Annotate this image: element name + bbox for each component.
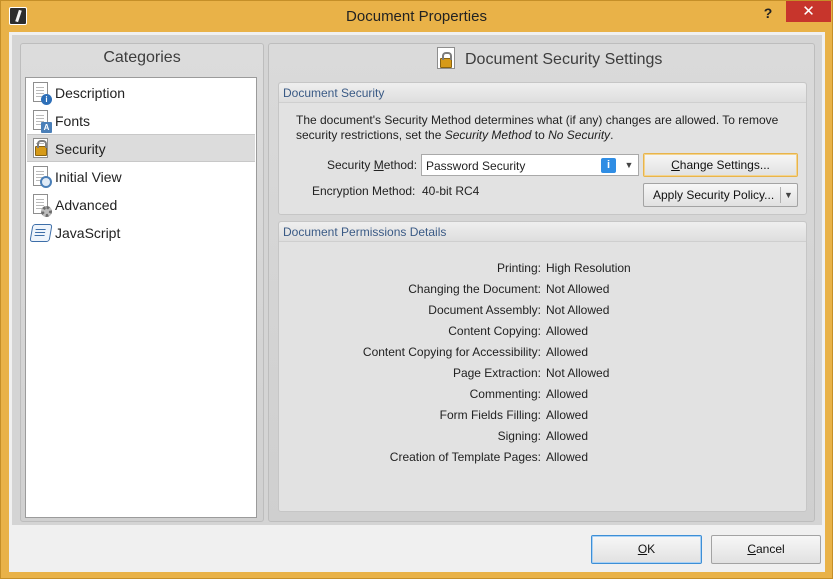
info-icon: i — [601, 158, 616, 173]
content-area: Categories i Description A Fonts Securit… — [12, 35, 822, 525]
change-settings-button[interactable]: Change Settings... — [643, 153, 798, 177]
chevron-down-icon[interactable]: ▼ — [622, 157, 636, 173]
permission-row: Page Extraction: Not Allowed — [279, 362, 806, 382]
permission-label: Creation of Template Pages: — [389, 450, 541, 464]
permission-row: Printing: High Resolution — [279, 257, 806, 277]
ok-button[interactable]: OK — [591, 535, 702, 564]
permission-label: Printing: — [496, 261, 541, 275]
category-item-initial-view[interactable]: Initial View — [27, 163, 255, 191]
category-item-description[interactable]: i Description — [27, 79, 255, 107]
script-icon — [29, 221, 53, 245]
encryption-method-label: Encryption Method: — [312, 184, 416, 198]
gear-icon — [30, 193, 52, 217]
group-title: Document Permissions Details — [279, 222, 806, 242]
permissions-group: Document Permissions Details Printing: Hi… — [278, 221, 807, 512]
permission-row: Commenting: Allowed — [279, 383, 806, 403]
permission-row: Content Copying: Allowed — [279, 320, 806, 340]
categories-list: i Description A Fonts Security Initial V… — [25, 77, 257, 518]
categories-panel: Categories i Description A Fonts Securit… — [20, 43, 264, 522]
panel-header: Document Security Settings — [269, 44, 814, 73]
permission-row: Content Copying for Accessibility: Allowe… — [279, 341, 806, 361]
magnifier-icon — [30, 165, 52, 189]
document-security-group: Document Security The document's Securit… — [278, 82, 807, 215]
dialog-window: Document Properties ? ✕ Categories i Des… — [0, 0, 833, 579]
help-button[interactable]: ? — [753, 3, 783, 23]
permission-label: Signing: — [497, 429, 541, 443]
security-settings-panel: Document Security Settings Document Secu… — [268, 43, 815, 522]
permission-label: Document Assembly: — [428, 303, 541, 317]
category-item-fonts[interactable]: A Fonts — [27, 107, 255, 135]
doc-info-icon: i — [30, 81, 52, 105]
panel-title: Document Security Settings — [465, 51, 663, 68]
permission-label: Content Copying: — [448, 324, 541, 338]
category-label: Advanced — [55, 197, 118, 213]
group-title: Document Security — [279, 83, 806, 103]
category-label: Fonts — [55, 113, 91, 129]
close-button[interactable]: ✕ — [786, 1, 831, 22]
categories-header: Categories — [103, 49, 181, 66]
security-description: The document's Security Method determine… — [296, 113, 779, 142]
permission-value: Not Allowed — [546, 282, 610, 296]
permission-row: Changing the Document: Not Allowed — [279, 278, 806, 298]
permission-value: Allowed — [546, 408, 589, 422]
permission-value: Not Allowed — [546, 366, 610, 380]
permission-row: Signing: Allowed — [279, 425, 806, 445]
security-method-label: Security Method: — [327, 158, 418, 172]
title-bar[interactable]: Document Properties ? ✕ — [1, 1, 832, 32]
permission-label: Changing the Document: — [408, 282, 541, 296]
permission-label: Content Copying for Accessibility: — [362, 345, 541, 359]
permission-value: Allowed — [546, 324, 589, 338]
category-label: Security — [55, 141, 106, 157]
lock-icon — [30, 137, 52, 161]
category-item-javascript[interactable]: JavaScript — [27, 219, 255, 247]
apply-security-policy-button[interactable]: Apply Security Policy... ▼ — [643, 183, 798, 207]
permission-label: Form Fields Filling: — [439, 408, 541, 422]
cancel-button[interactable]: Cancel — [711, 535, 821, 564]
permission-row: Creation of Template Pages: Allowed — [279, 446, 806, 466]
category-label: Initial View — [55, 169, 122, 185]
permission-value: Allowed — [546, 387, 589, 401]
security-method-value: Password Security — [426, 159, 526, 173]
doc-lock-icon — [437, 47, 455, 69]
permission-row: Form Fields Filling: Allowed — [279, 404, 806, 424]
chevron-down-icon[interactable]: ▼ — [784, 184, 793, 206]
permission-value: Allowed — [546, 450, 589, 464]
permission-label: Page Extraction: — [452, 366, 541, 380]
category-item-advanced[interactable]: Advanced — [27, 191, 255, 219]
doc-font-icon: A — [30, 109, 52, 133]
permission-value: Allowed — [546, 345, 589, 359]
encryption-method-value: 40-bit RC4 — [422, 184, 480, 198]
permission-label: Commenting: — [469, 387, 541, 401]
security-method-select[interactable]: Password Security i ▼ — [421, 154, 639, 176]
permission-value: Allowed — [546, 429, 589, 443]
permission-value: High Resolution — [546, 261, 631, 275]
category-label: Description — [55, 85, 126, 101]
window-title: Document Properties — [346, 8, 487, 25]
dialog-client: Categories i Description A Fonts Securit… — [9, 32, 825, 572]
permission-value: Not Allowed — [546, 303, 610, 317]
category-item-security[interactable]: Security — [27, 134, 255, 162]
permission-row: Document Assembly: Not Allowed — [279, 299, 806, 319]
category-label: JavaScript — [55, 225, 121, 241]
